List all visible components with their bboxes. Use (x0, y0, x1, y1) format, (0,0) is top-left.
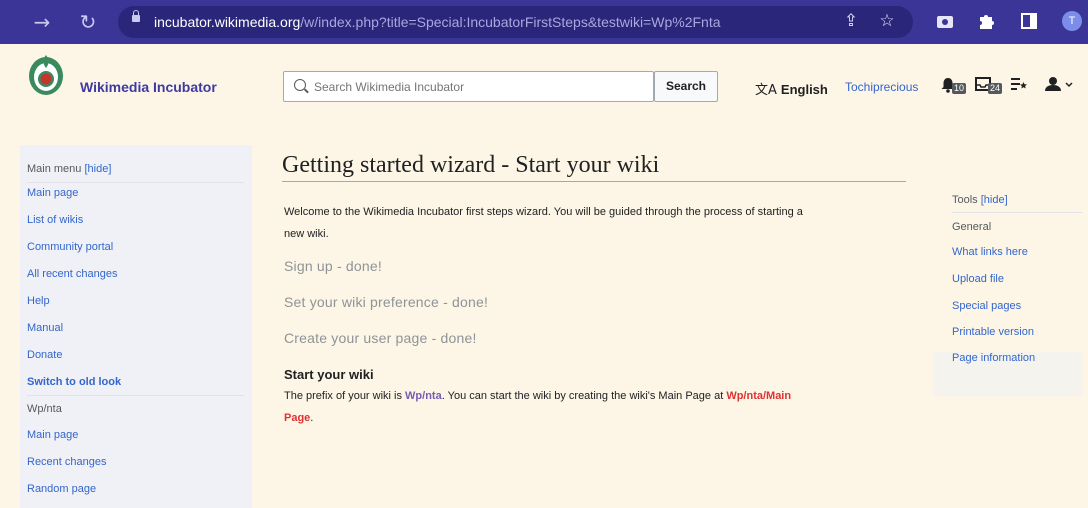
sidebar-item-main-page[interactable]: Main page (27, 187, 78, 199)
search-icon (294, 79, 306, 91)
intro-line-1: Welcome to the Wikimedia Incubator first… (284, 206, 803, 218)
tools-heading: Tools [hide] (952, 194, 1008, 206)
tools-label: Tools (952, 194, 978, 206)
tools-item-special-pages[interactable]: Special pages (952, 300, 1021, 312)
notices-count: 24 (988, 83, 1003, 94)
sidebar-item-community-portal[interactable]: Community portal (27, 241, 113, 253)
tools-section-general: General (952, 221, 992, 233)
main-menu-label: Main menu (27, 163, 82, 175)
sidebar-item-help[interactable]: Help (27, 295, 50, 307)
watchlist-icon[interactable] (1011, 77, 1029, 95)
sidebar-item-random-page[interactable]: Random page (27, 483, 96, 495)
main-page-link-line-2[interactable]: Page (284, 412, 310, 424)
share-icon[interactable]: ⇪ (840, 10, 862, 32)
site-name[interactable]: Wikimedia Incubator (80, 79, 217, 95)
extensions-puzzle-icon[interactable] (976, 10, 998, 32)
sidebar-item-donate[interactable]: Donate (27, 349, 62, 361)
address-bar[interactable]: incubator.wikimedia.org/w/index.php?titl… (118, 6, 913, 38)
alerts-count: 10 (952, 83, 967, 94)
search-box (283, 71, 654, 102)
prefix-text-1: The prefix of your wiki is (284, 390, 406, 402)
wikimedia-incubator-logo[interactable] (27, 52, 65, 96)
wiki-prefix-link[interactable]: Wp/nta (405, 390, 442, 402)
tools-hide-link[interactable]: [hide] (981, 194, 1008, 206)
step-wiki-preference: Set your wiki preference - done! (284, 294, 489, 310)
sidebar-item-all-recent-changes[interactable]: All recent changes (27, 268, 118, 280)
browser-toolbar: → ↻ incubator.wikimedia.org/w/index.php?… (0, 0, 1088, 44)
user-page-link[interactable]: Tochiprecious (845, 80, 918, 94)
url-path: /w/index.php?title=Special:IncubatorFirs… (300, 14, 721, 30)
prefix-text-3: . (310, 412, 314, 424)
tools-item-upload-file[interactable]: Upload file (952, 273, 1004, 285)
search-button[interactable]: Search (654, 71, 718, 102)
tools-item-printable-version[interactable]: Printable version (952, 326, 1034, 338)
main-page-link-line-1[interactable]: Wp/nta/Main (726, 390, 791, 402)
search-input[interactable] (314, 72, 644, 101)
sidebar-item-wp-main-page[interactable]: Main page (27, 429, 78, 441)
forward-icon[interactable]: → (28, 8, 56, 36)
sidebar-item-recent-changes[interactable]: Recent changes (27, 456, 107, 468)
extension-camera-icon[interactable] (934, 10, 956, 32)
language-label: English (780, 82, 828, 97)
user-avatar-icon (1045, 77, 1073, 91)
user-menu-button[interactable] (1045, 74, 1073, 96)
language-selector[interactable]: 文A English (755, 79, 828, 98)
intro-line-2: new wiki. (284, 228, 329, 240)
divider (27, 395, 244, 396)
sidebar-section-wp-nta: Wp/nta (27, 403, 62, 415)
divider (27, 182, 244, 183)
step-sign-up: Sign up - done! (284, 258, 382, 274)
language-icon: 文A (755, 83, 777, 98)
reload-icon[interactable]: ↻ (74, 8, 102, 36)
tools-panel: Tools [hide] General What links here Upl… (934, 188, 1082, 388)
sidebar-item-list-of-wikis[interactable]: List of wikis (27, 214, 83, 226)
alerts-button[interactable]: 10 (941, 77, 969, 95)
url-host: incubator.wikimedia.org (154, 14, 301, 30)
prefix-paragraph: The prefix of your wiki is Wp/nta. You c… (284, 385, 894, 429)
url-text[interactable]: incubator.wikimedia.org/w/index.php?titl… (154, 14, 721, 30)
tools-item-page-information[interactable]: Page information (952, 352, 1035, 364)
notices-button[interactable]: 24 (975, 77, 1005, 95)
bookmark-star-icon[interactable]: ☆ (876, 10, 898, 32)
sidebar-item-switch-to-old-look[interactable]: Switch to old look (27, 376, 121, 388)
profile-avatar[interactable]: T (1062, 11, 1082, 31)
side-panel-icon[interactable] (1018, 10, 1040, 32)
start-your-wiki-heading: Start your wiki (284, 367, 374, 382)
title-divider (282, 181, 906, 182)
page-title: Getting started wizard - Start your wiki (282, 152, 660, 178)
sidebar-item-manual[interactable]: Manual (27, 322, 63, 334)
main-menu-hide-link[interactable]: [hide] (84, 163, 111, 175)
main-menu-heading: Main menu [hide] (27, 163, 111, 175)
step-user-page: Create your user page - done! (284, 330, 477, 346)
site-header: Wikimedia Incubator Search 文AEnglish Toc… (0, 44, 1088, 142)
lock-icon[interactable] (132, 10, 140, 25)
prefix-text-2: . You can start the wiki by creating the… (441, 390, 727, 402)
tools-item-what-links-here[interactable]: What links here (952, 246, 1028, 258)
divider (952, 212, 1082, 213)
intro-text: Welcome to the Wikimedia Incubator first… (284, 201, 894, 245)
main-menu-sidebar: Main menu [hide] Main page List of wikis… (20, 145, 252, 508)
